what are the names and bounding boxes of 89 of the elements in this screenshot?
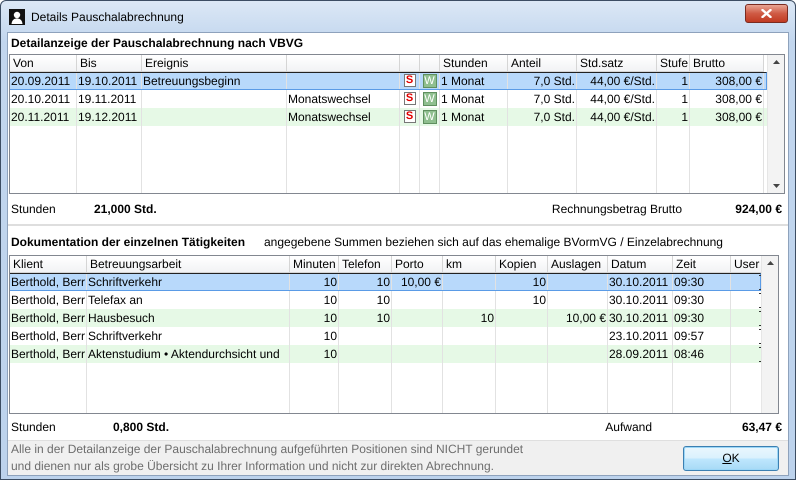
s-badge: S <box>404 92 416 105</box>
hours-label: Stunden <box>11 420 57 434</box>
table-cell: 10 <box>443 309 496 327</box>
w-badge: W <box>422 92 436 106</box>
w-badge: W <box>422 110 436 124</box>
table-cell: Aktenstudium • Aktendurchsicht und <box>87 345 290 363</box>
column-header[interactable]: Kopien <box>496 256 548 273</box>
total-value: 63,47 € <box>740 420 782 434</box>
table-cell: 28.09.2011 <box>608 345 673 363</box>
column-header[interactable]: Anteil <box>508 55 577 72</box>
table-cell: 30.10.2011 <box>608 274 673 290</box>
table-cell: Hausbesuch <box>87 309 290 327</box>
table-cell: Schriftverkehr <box>87 274 290 290</box>
table-cell: 10,00 € <box>392 274 443 290</box>
close-button[interactable] <box>745 4 788 23</box>
table-row[interactable]: Berthold, Berr Aktenstudium • Aktendurchsicht und 10 28.09.2011 08:46 <box>10 345 761 363</box>
table-cell: 1 <box>657 108 690 126</box>
table-row[interactable]: 20.11.2011 19.12.2011 Monatswechsel S W 1 Monat 7,0 Std. 44,00 €/Std. 1 308,00 € <box>10 108 767 126</box>
table-cell: 10 <box>496 274 548 290</box>
close-icon[interactable] <box>761 9 772 18</box>
window-title: Details Pauschalabrechnung <box>31 10 184 24</box>
w-badge: W <box>422 74 436 88</box>
table-cell: 308,00 € <box>690 108 764 126</box>
table-cell: 1 Monat <box>440 73 508 89</box>
table-row[interactable]: Berthold, Berr Schriftverkehr 10 10 10,00 € 10 30.10.2011 09:30 <box>10 273 761 291</box>
table-cell: 10 <box>290 309 339 327</box>
scrollbar[interactable] <box>767 55 784 193</box>
table-row[interactable]: 20.09.2011 19.10.2011 Betreuungsbeginn S W 1 Monat 7,0 Std. 44,00 €/Std. 1 308,00 € <box>10 72 767 90</box>
table-cell: Berthold, Berr <box>10 274 87 290</box>
table-cell: 7,0 Std. <box>508 108 577 126</box>
footnote-text: und dienen nur als grobe Übersicht zu Ihrer Information und nicht zur direkten Abrechnung. <box>11 458 495 475</box>
column-header[interactable]: Std.satz <box>577 55 657 72</box>
table-cell: 1 Monat <box>440 108 508 126</box>
table-cell: 09:30 <box>673 274 731 290</box>
footnote-text: Alle in der Detailanzeige der Pauschalabrechnung aufgeführten Positionen sind NICHT gerundet <box>11 441 524 458</box>
table-cell: 44,00 €/Std. <box>577 108 657 126</box>
total-label: Rechnungsbetrag Brutto <box>552 202 682 216</box>
column-header[interactable]: Stunden <box>440 55 508 72</box>
column-header[interactable]: Datum <box>608 256 673 273</box>
table-cell: 44,00 €/Std. <box>577 73 657 89</box>
scroll-down-icon[interactable] <box>772 184 780 188</box>
table-cell: 10,00 € <box>548 309 608 327</box>
hours-value: 0,800 Std. <box>113 420 170 434</box>
column-header[interactable]: Bis <box>77 55 142 72</box>
column-header[interactable]: Ereignis <box>142 55 287 72</box>
table-cell: 20.11.2011 <box>10 108 77 126</box>
column-header[interactable]: Porto <box>392 256 443 273</box>
table-cell: 1 <box>657 73 690 89</box>
s-badge: S <box>404 74 416 87</box>
table-cell: 10 <box>290 274 339 290</box>
column-header[interactable]: km <box>443 256 496 273</box>
column-header[interactable]: Brutto <box>690 55 764 72</box>
table-cell: 19.12.2011 <box>77 108 142 126</box>
table-cell: 30.10.2011 <box>608 309 673 327</box>
table-cell: Berthold, Berr <box>10 345 87 363</box>
scroll-up-icon[interactable] <box>766 261 774 265</box>
column-header[interactable]: Minuten <box>290 256 339 273</box>
table-cell: 10 <box>290 345 339 363</box>
table-cell: 09:30 <box>673 309 731 327</box>
total-label: Aufwand <box>605 420 652 434</box>
table-cell: 10 <box>339 274 392 290</box>
s-badge: S <box>404 110 416 123</box>
ok-button[interactable]: OK <box>683 446 779 470</box>
hours-value: 21,000 Std. <box>94 202 157 216</box>
table-cell: Betreuungsbeginn <box>142 73 287 89</box>
table-cell: 10 <box>339 309 392 327</box>
table-cell: 19.10.2011 <box>77 73 142 89</box>
column-header[interactable]: Von <box>10 55 77 72</box>
hours-label: Stunden <box>11 202 57 216</box>
column-header[interactable]: Zeit <box>673 256 731 273</box>
table-cell: 20.09.2011 <box>10 73 77 89</box>
column-header[interactable]: Stufe <box>657 55 690 72</box>
total-value: 924,00 € <box>734 202 782 216</box>
column-header[interactable]: Betreuungsarbeit <box>87 256 290 273</box>
table-cell: Berthold, Berr <box>10 309 87 327</box>
section-note: angegebene Summen beziehen sich auf das ehemalige BVormVG / Einzelabrechnung <box>264 235 723 251</box>
table-cell: 7,0 Std. <box>508 73 577 89</box>
table-cell: Monatswechsel <box>287 108 400 126</box>
column-header[interactable]: Klient <box>10 256 87 273</box>
section-heading: Dokumentation der einzelnen Tätigkeiten <box>11 235 246 251</box>
table-row[interactable]: Berthold, Berr Hausbesuch 10 10 10 10,00 € 30.10.2011 09:30 <box>10 309 761 327</box>
scrollbar[interactable] <box>761 256 778 413</box>
column-header[interactable]: Telefon <box>339 256 392 273</box>
table-cell: 308,00 € <box>690 73 764 89</box>
table-cell: 08:46 <box>673 345 731 363</box>
column-header[interactable]: Auslagen <box>548 256 608 273</box>
user-icon <box>9 8 25 24</box>
scroll-up-icon[interactable] <box>772 60 780 64</box>
section-heading: Detailanzeige der Pauschalabrechnung nach VBVG <box>10 35 304 52</box>
